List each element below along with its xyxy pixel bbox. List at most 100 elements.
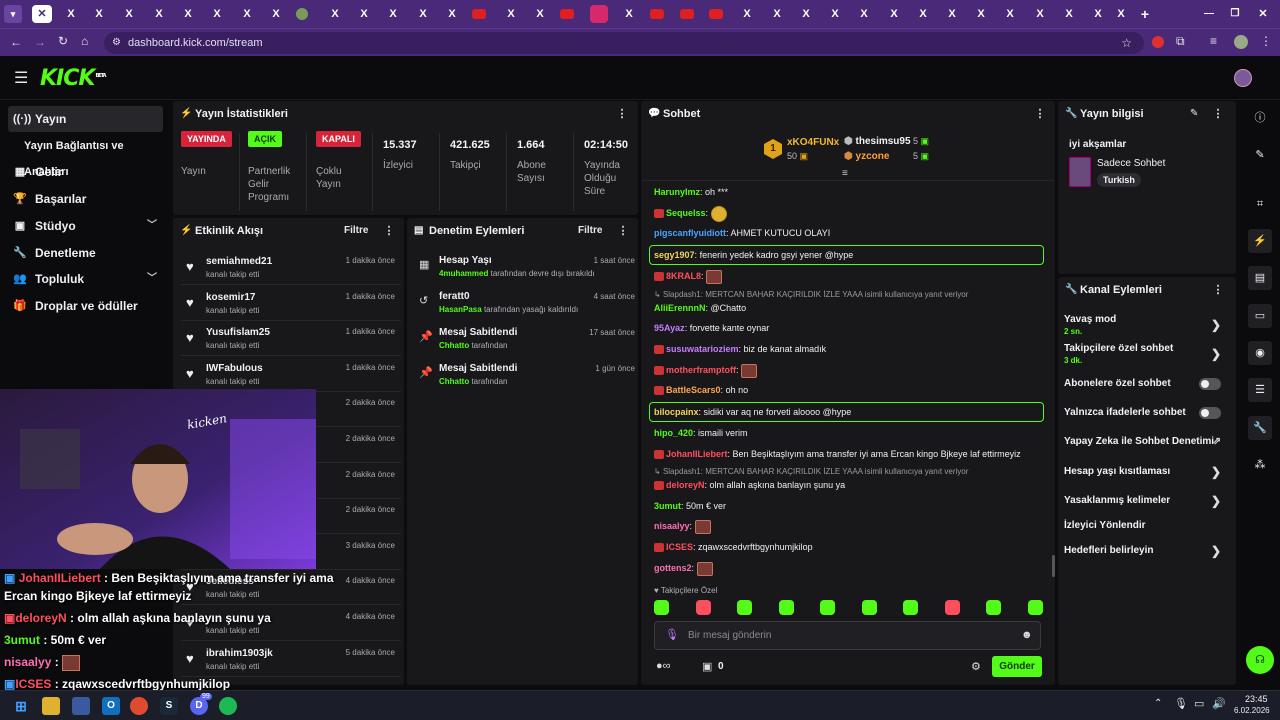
restore-icon[interactable]: ❐	[1226, 5, 1244, 23]
x-tab-icon[interactable]: X	[502, 5, 520, 23]
x-tab-icon[interactable]: X	[885, 5, 903, 23]
chat-message[interactable]: susuwatarioziem: biz de kanat almadık	[654, 341, 826, 357]
document-icon[interactable]: ▤	[1248, 266, 1272, 290]
chat-message[interactable]: hipo_420: ismaili verim	[654, 425, 748, 441]
back-icon[interactable]: ←	[10, 35, 22, 49]
x-tab-icon[interactable]: X	[620, 5, 638, 23]
chat-username[interactable]: deloreyN	[666, 480, 705, 490]
chat-username[interactable]: motherframptoff	[666, 365, 736, 375]
spotify-icon[interactable]	[219, 697, 237, 715]
edit-pencil-icon[interactable]: ✎	[1190, 108, 1198, 119]
x-tab-icon[interactable]: X	[384, 5, 402, 23]
chat-message[interactable]: Sequelss:	[654, 205, 727, 222]
microphone-icon[interactable]: 🎙	[665, 628, 679, 641]
reading-list-icon[interactable]: ≡	[1210, 34, 1217, 48]
profile-avatar[interactable]	[1234, 35, 1248, 49]
chat-username[interactable]: 95Ayaz	[654, 323, 685, 333]
moderation-filter-button[interactable]: Filtre	[578, 225, 602, 236]
x-tab-icon[interactable]: X	[238, 5, 256, 23]
chat-username[interactable]: HarunyImz	[654, 187, 700, 197]
chat-username[interactable]: pigscanflyuidiott	[654, 228, 726, 238]
x-tab-icon[interactable]: X	[90, 5, 108, 23]
chat-message[interactable]: 95Ayaz: forvette kante oynar	[654, 320, 769, 336]
emote-button[interactable]	[778, 600, 794, 615]
emote-button[interactable]	[861, 600, 877, 615]
broadcast-icon[interactable]: ◉	[1248, 341, 1272, 365]
extensions-puzzle-icon[interactable]: ⧉	[1176, 34, 1185, 49]
activity-row[interactable]: ♥ ibrahim1903jk kanalı takip etti 5 dakika …	[181, 643, 401, 677]
x-tab-icon[interactable]: X	[768, 5, 786, 23]
nav-item-achievements[interactable]: 🏆 Başarılar	[8, 186, 163, 212]
emote-only-setting[interactable]: Yalnızca ifadelerle sohbet	[1064, 407, 1229, 419]
x-tab-icon[interactable]: X	[179, 5, 197, 23]
tab-favicon[interactable]	[296, 8, 308, 20]
network-icon[interactable]: ▭	[1194, 697, 1204, 710]
x-tab-icon[interactable]: X	[414, 5, 432, 23]
chat-username[interactable]: ICSES	[666, 542, 693, 552]
forward-icon[interactable]: →	[34, 35, 46, 49]
chat-message[interactable]: AliiErennnN: @Chatto	[654, 300, 746, 316]
minimize-icon[interactable]: —	[1200, 5, 1218, 23]
x-tab-icon[interactable]: X	[738, 5, 756, 23]
gift-icon[interactable]: ▣	[702, 660, 712, 673]
steam-icon[interactable]: S	[160, 697, 178, 715]
chat-username[interactable]: susuwatarioziem	[666, 344, 739, 354]
category-thumbnail[interactable]	[1069, 157, 1091, 187]
x-tab-icon[interactable]: X	[208, 5, 226, 23]
gifter-2[interactable]: ⬢ thesimsu95	[844, 136, 911, 147]
ai-moderation-setting[interactable]: Yapay Zeka ile Sohbet Denetimi ⇗	[1064, 436, 1229, 447]
kebab-menu-icon[interactable]: ⋮	[616, 101, 628, 127]
x-tab-icon[interactable]: X	[943, 5, 961, 23]
nav-item-revenue[interactable]: ▦ Gelir	[8, 159, 163, 185]
chat-username[interactable]: segy1907	[654, 250, 695, 260]
tab-active-close-icon[interactable]: ✕	[32, 5, 52, 23]
set-goals-setting[interactable]: Hedefleri belirleyin ❯	[1064, 544, 1229, 558]
address-bar[interactable]: ⚙ dashboard.kick.com/stream ☆	[104, 32, 1144, 54]
x-tab-icon[interactable]: X	[355, 5, 373, 23]
site-info-icon[interactable]: ⚙	[112, 32, 121, 54]
kebab-menu-icon[interactable]: ⋮	[617, 218, 629, 244]
edit-icon[interactable]: ✎	[1248, 143, 1272, 167]
chat-message[interactable]: HarunyImz: oh ***	[654, 184, 728, 200]
emote-button[interactable]	[820, 600, 835, 615]
kebab-menu-icon[interactable]: ⋮	[1212, 277, 1224, 303]
chat-message[interactable]: 8KRAL8:	[654, 268, 723, 284]
nav-item-stream-key[interactable]: Yayın Bağlantısı ve Anahtarı	[8, 133, 168, 178]
instagram-tab-icon[interactable]	[590, 5, 608, 23]
x-tab-icon[interactable]: X	[914, 5, 932, 23]
chat-username[interactable]: JohanIILiebert	[666, 449, 728, 459]
chat-message[interactable]: motherframptoff:	[654, 362, 758, 378]
kick-logo[interactable]: KICKBETA	[40, 66, 107, 91]
new-tab-icon[interactable]: +	[1136, 5, 1154, 23]
banned-words-setting[interactable]: Yasaklanmış kelimeler ❯	[1064, 494, 1229, 508]
nav-item-stream[interactable]: ((·)) Yayın	[8, 106, 163, 132]
x-tab-icon[interactable]: X	[1031, 5, 1049, 23]
youtube-tab-icon[interactable]	[680, 9, 694, 19]
x-tab-icon[interactable]: X	[150, 5, 168, 23]
emote-button[interactable]	[737, 600, 752, 615]
chat-scrollbar[interactable]	[1052, 555, 1055, 577]
youtube-tab-icon[interactable]	[472, 9, 486, 19]
chrome-icon[interactable]	[130, 697, 148, 715]
info-icon[interactable]: ⓘ	[1248, 106, 1272, 130]
x-tab-icon[interactable]: X	[1060, 5, 1078, 23]
slow-mode-setting[interactable]: Yavaş mod 2 sn. ❯	[1064, 314, 1229, 336]
window-close-icon[interactable]: ✕	[1254, 5, 1272, 23]
subscribers-only-setting[interactable]: Abonelere özel sohbet	[1064, 378, 1229, 390]
user-avatar[interactable]	[1234, 69, 1252, 87]
emote-button[interactable]	[903, 600, 918, 615]
chat-username[interactable]: 8KRAL8	[666, 271, 701, 281]
infinity-points-icon[interactable]: ●∞	[656, 660, 671, 672]
microphone-tray-icon[interactable]: 🎙	[1174, 697, 1188, 710]
chat-username[interactable]: bilocpainx	[654, 407, 699, 417]
nav-item-drops[interactable]: 🎁 Droplar ve ödüller	[8, 293, 163, 319]
chat-message[interactable]: deloreyN: olm allah aşkına banlayın şunu…	[654, 477, 845, 493]
chat-bubble-icon[interactable]: ▭	[1248, 304, 1272, 328]
leaderboard-toggle-icon[interactable]: ≡	[842, 168, 848, 179]
support-headset-icon[interactable]: ☊	[1246, 646, 1274, 674]
redirect-viewers-setting[interactable]: İzleyici Yönlendir	[1064, 520, 1229, 531]
gifter-3[interactable]: ⬢ yzcone	[844, 151, 889, 162]
activity-row[interactable]: ♥ Yusufislam25 kanalı takip etti 1 dakika ö…	[181, 322, 401, 357]
outlook-icon[interactable]: O	[102, 697, 120, 715]
x-tab-icon[interactable]: X	[443, 5, 461, 23]
